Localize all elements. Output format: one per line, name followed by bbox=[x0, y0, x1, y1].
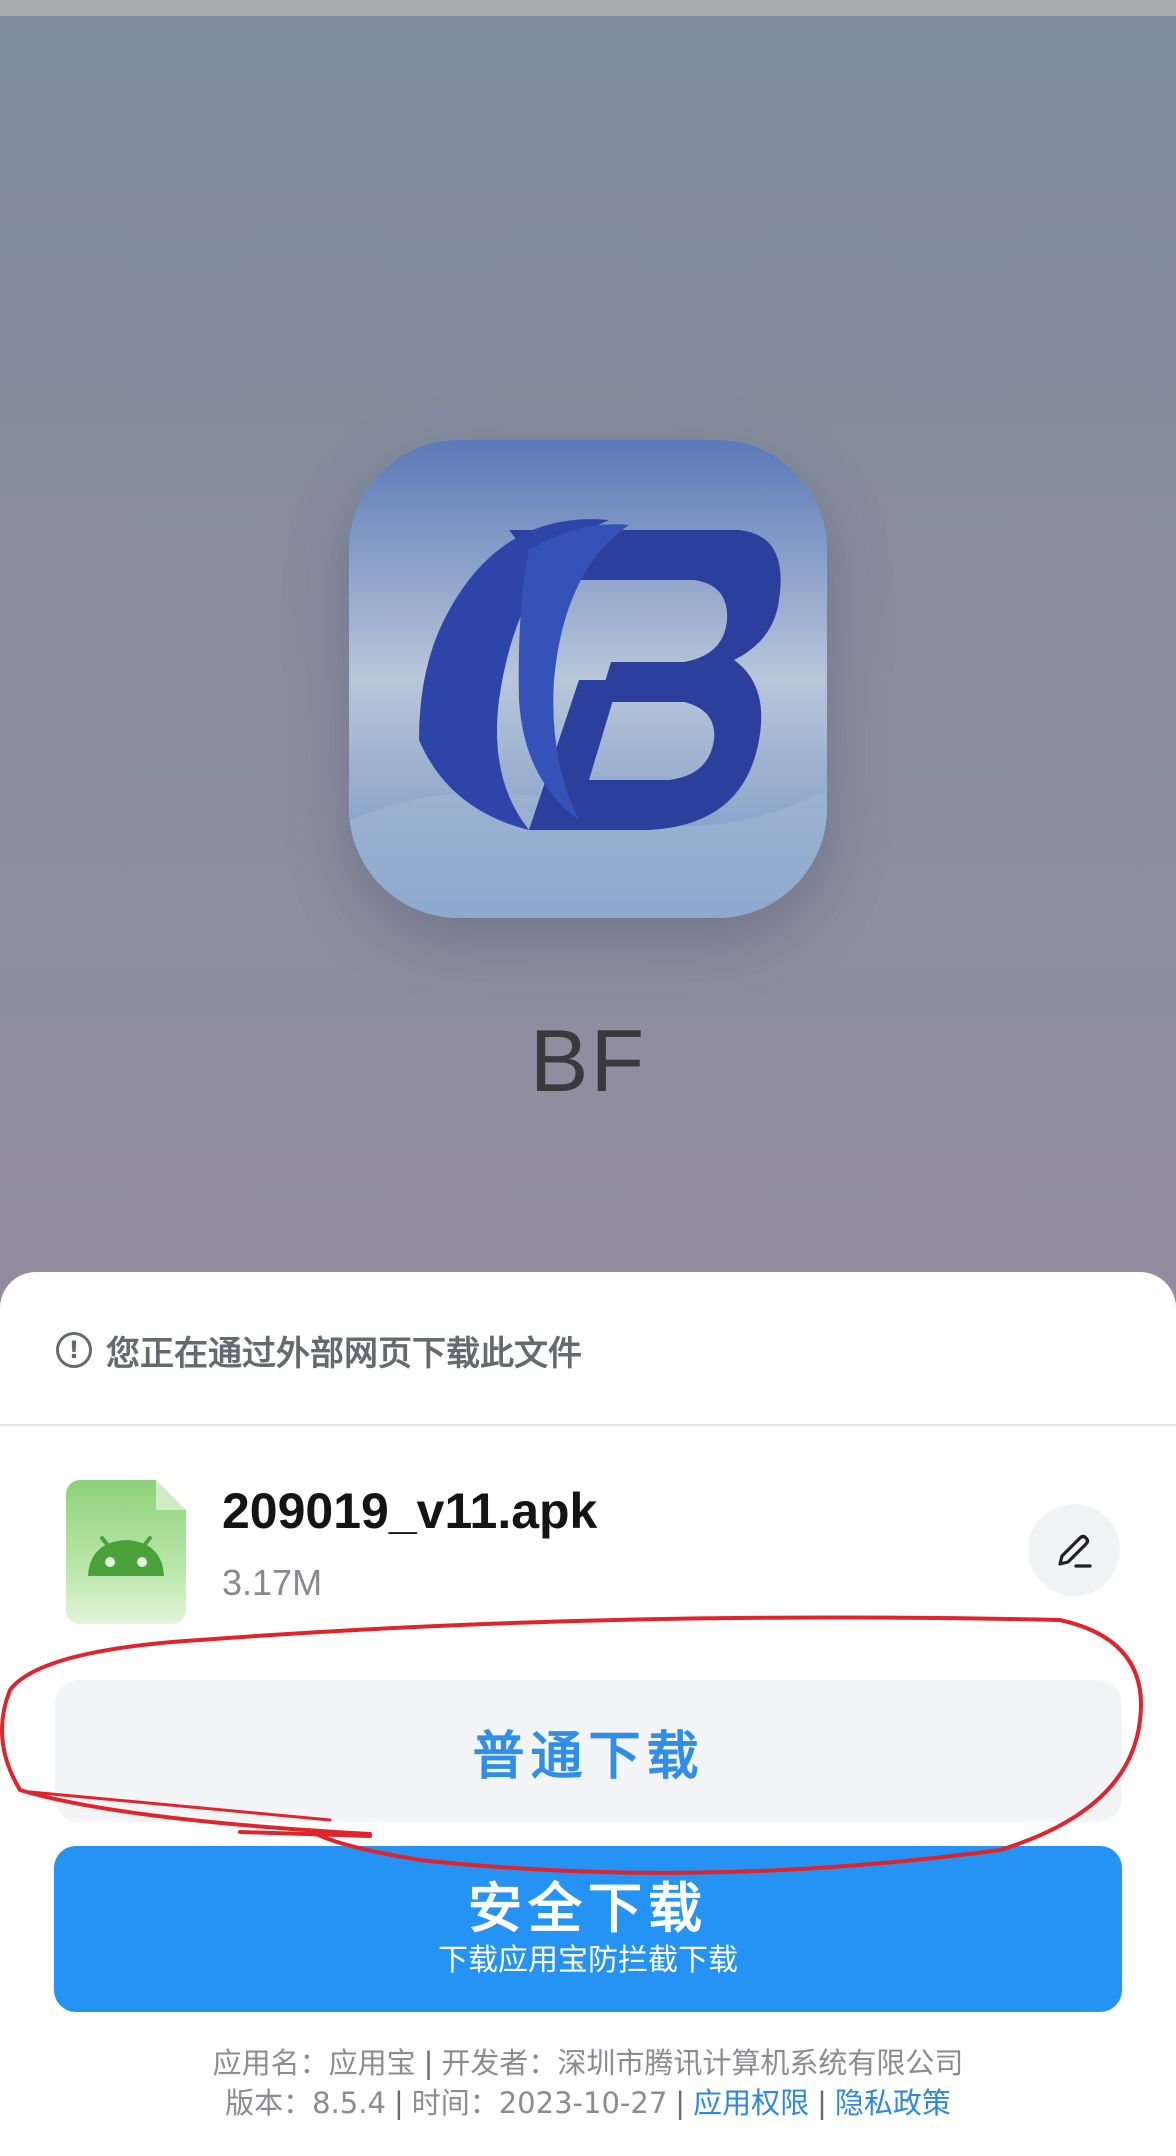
safe-download-button[interactable]: 安全下载 下载应用宝防拦截下载 bbox=[54, 1846, 1122, 2012]
safe-download-label: 安全下载 bbox=[468, 1877, 708, 1940]
privacy-link[interactable]: 隐私政策 bbox=[835, 2086, 951, 2120]
file-size: 3.17M bbox=[222, 1562, 323, 1603]
separator: | bbox=[675, 2086, 686, 2120]
developer-label: 开发者： bbox=[441, 2046, 558, 2080]
pencil-icon bbox=[1058, 1534, 1092, 1568]
separator: | bbox=[393, 2086, 404, 2120]
rename-button[interactable] bbox=[1028, 1504, 1120, 1596]
external-download-warning: ! 您正在通过外部网页下载此文件 bbox=[56, 1328, 582, 1374]
divider bbox=[0, 1424, 1176, 1426]
time-value: 2023-10-27 bbox=[498, 2086, 668, 2120]
status-bar bbox=[0, 0, 1176, 16]
file-name: 209019_v11.apk bbox=[222, 1483, 598, 1539]
developer-name: 深圳市腾讯计算机系统有限公司 bbox=[557, 2046, 964, 2080]
safe-download-subtitle: 下载应用宝防拦截下载 bbox=[438, 1943, 738, 1978]
footer-version-info: 版本：8.5.4 | 时间：2023-10-27 | 应用权限 | 隐私政策 bbox=[0, 2080, 1176, 2122]
app-name: BF bbox=[529, 1011, 647, 1110]
app-name-label: 应用名： bbox=[212, 2046, 329, 2080]
separator: | bbox=[423, 2046, 434, 2080]
time-label: 时间： bbox=[411, 2086, 499, 2120]
app-logo-icon bbox=[349, 440, 827, 918]
footer-app-info: 应用名：应用宝 | 开发者：深圳市腾讯计算机系统有限公司 bbox=[0, 2040, 1176, 2082]
footer-app-name: 应用宝 bbox=[328, 2046, 416, 2080]
warning-text: 您正在通过外部网页下载此文件 bbox=[106, 1333, 582, 1374]
permissions-link[interactable]: 应用权限 bbox=[693, 2086, 809, 2120]
normal-download-button[interactable]: 普通下载 bbox=[55, 1680, 1122, 1822]
android-apk-icon bbox=[66, 1480, 186, 1624]
version-value: 8.5.4 bbox=[312, 2086, 386, 2120]
version-label: 版本： bbox=[225, 2086, 313, 2120]
separator: | bbox=[817, 2086, 827, 2120]
download-sheet: ! 您正在通过外部网页下载此文件 209019_v11.apk 3.17M 普通… bbox=[0, 1272, 1176, 2156]
exclamation-icon: ! bbox=[56, 1332, 92, 1368]
